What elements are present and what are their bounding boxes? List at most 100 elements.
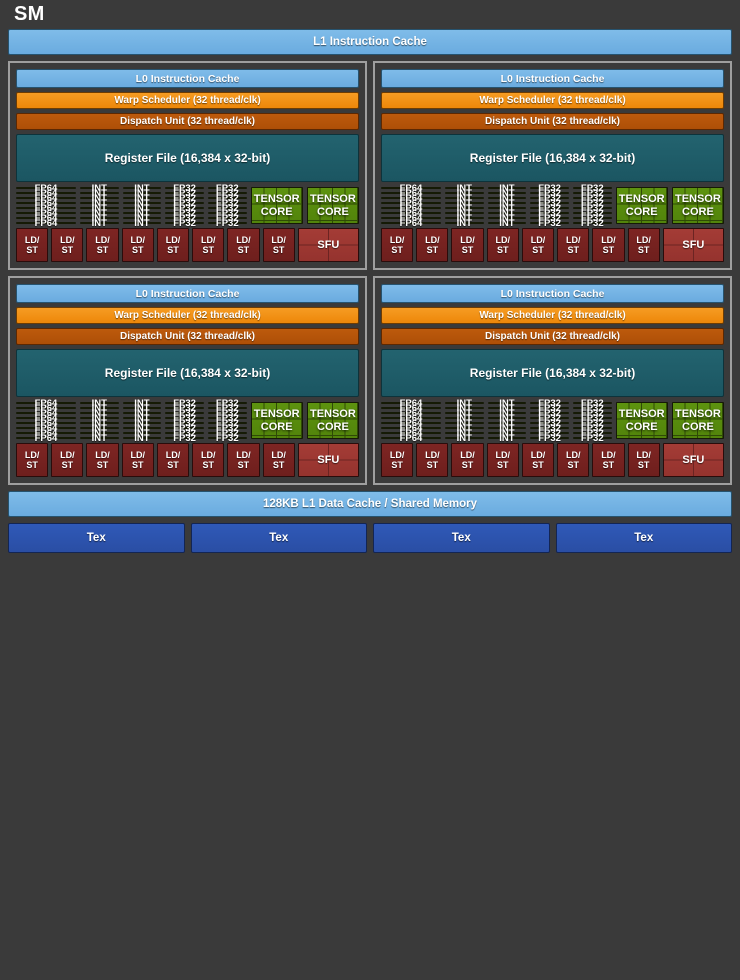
ldst-label-line1: LD/ bbox=[95, 449, 110, 460]
ldst-label-line1: LD/ bbox=[200, 234, 216, 245]
ldst-label-line1: LD/ bbox=[530, 234, 546, 245]
fp32-core: FP32 bbox=[165, 433, 204, 444]
special-function-unit: SFU bbox=[662, 228, 724, 262]
ldst-label-line1: LD/ bbox=[495, 449, 511, 460]
warp-scheduler: Warp Scheduler (32 thread/clk) bbox=[381, 92, 724, 109]
ldst-label-line2: ST bbox=[426, 245, 439, 255]
ldst-label-line1: LD/ bbox=[130, 449, 146, 460]
ldst-label-line1: LD/ bbox=[236, 449, 251, 460]
load-store-unit: LD/ST bbox=[16, 443, 49, 477]
register-file: Register File (16,384 x 32-bit) bbox=[16, 134, 359, 182]
core-column-fp32: FP32 FP32 FP32 FP32 FP32 FP32 FP32 FP32 bbox=[165, 183, 204, 229]
core-column-int: INT INT INT INT INT INT INT INT bbox=[79, 183, 119, 229]
fp32-core: FP32 bbox=[165, 218, 204, 229]
tensor-core-label-line2: CORE bbox=[260, 205, 293, 218]
load-store-unit: LD/ST bbox=[86, 228, 119, 262]
ldst-label-line2: ST bbox=[602, 245, 615, 255]
ldst-label-line2: ST bbox=[237, 245, 250, 255]
special-function-unit: SFU bbox=[297, 228, 359, 262]
load-store-unit: LD/ST bbox=[192, 443, 225, 477]
ldst-label-line2: ST bbox=[26, 245, 38, 255]
load-store-unit: LD/ST bbox=[592, 228, 625, 262]
fp32-core: FP32 bbox=[572, 433, 612, 444]
ldst-label-line2: ST bbox=[497, 460, 509, 470]
tensor-core-label: TENSOR CORE bbox=[675, 408, 721, 434]
fp64-core: FP64 bbox=[381, 218, 441, 229]
ldst-label-line1: LD/ bbox=[601, 449, 616, 460]
register-file: Register File (16,384 x 32-bit) bbox=[381, 349, 724, 397]
tensor-core-label-line1: TENSOR bbox=[309, 407, 356, 420]
load-store-unit: LD/ST bbox=[416, 443, 449, 477]
tensor-core-label: TENSOR CORE bbox=[619, 408, 665, 434]
int-core: INT bbox=[122, 433, 162, 444]
tensor-core-label-line1: TENSOR bbox=[618, 192, 665, 205]
load-store-unit: LD/ST bbox=[262, 228, 295, 262]
load-store-unit: LD/ST bbox=[521, 228, 555, 262]
load-store-unit: LD/ST bbox=[381, 228, 414, 262]
page-title: SM bbox=[14, 3, 45, 25]
special-function-unit: SFU bbox=[662, 443, 724, 477]
load-store-unit: LD/ST bbox=[627, 443, 660, 477]
ldst-label-line1: LD/ bbox=[636, 234, 651, 245]
load-store-row: LD/ST LD/ST LD/ST LD/ST LD/ST LD/ST LD/ST LD/ST… bbox=[16, 443, 359, 477]
ldst-label-line2: ST bbox=[532, 460, 544, 470]
int-core: INT bbox=[487, 433, 527, 444]
core-column-int: INT INT INT INT INT INT INT INT bbox=[487, 398, 527, 444]
load-store-unit: LD/ST bbox=[192, 228, 225, 262]
ldst-label-line2: ST bbox=[637, 460, 650, 470]
tensor-core-label: TENSOR CORE bbox=[254, 408, 300, 434]
fp64-core: FP64 bbox=[16, 218, 76, 229]
tensor-core: TENSOR CORE bbox=[306, 187, 359, 224]
load-store-unit: LD/ST bbox=[486, 228, 519, 262]
ldst-label-line2: ST bbox=[132, 460, 144, 470]
ldst-label-line1: LD/ bbox=[130, 234, 146, 245]
ldst-label-line2: ST bbox=[167, 245, 179, 255]
core-column-fp64: FP64 FP64 FP64 FP64 FP64 FP64 FP64 FP64 bbox=[381, 398, 441, 444]
load-store-unit: LD/ST bbox=[16, 228, 49, 262]
int-core: INT bbox=[444, 218, 484, 229]
ldst-label-line2: ST bbox=[567, 460, 579, 470]
l1-data-cache-block: 128KB L1 Data Cache / Shared Memory bbox=[8, 491, 732, 517]
ldst-label-line1: LD/ bbox=[425, 449, 440, 460]
ldst-label-line2: ST bbox=[167, 460, 179, 470]
load-store-unit: LD/ST bbox=[451, 443, 484, 477]
tensor-core-label-line2: CORE bbox=[260, 420, 293, 433]
ldst-label-line2: ST bbox=[96, 245, 109, 255]
register-file: Register File (16,384 x 32-bit) bbox=[381, 134, 724, 182]
tex-unit-3: Tex bbox=[373, 523, 550, 553]
int-core: INT bbox=[444, 433, 484, 444]
fp32-core: FP32 bbox=[207, 218, 247, 229]
l0-instruction-cache: L0 Instruction Cache bbox=[381, 69, 724, 88]
processing-block-2: L0 Instruction Cache Warp Scheduler (32 t… bbox=[373, 61, 732, 270]
ldst-label-line1: LD/ bbox=[425, 234, 440, 245]
ldst-label-line1: LD/ bbox=[565, 449, 581, 460]
load-store-unit: LD/ST bbox=[521, 443, 555, 477]
ldst-label-line1: LD/ bbox=[200, 449, 216, 460]
sm-diagram: SM L1 Instruction Cache L0 Instruction C… bbox=[0, 0, 740, 980]
core-column-fp64: FP64 FP64 FP64 FP64 FP64 FP64 FP64 FP64 bbox=[16, 398, 76, 444]
ldst-label-line2: ST bbox=[202, 460, 214, 470]
core-grid: FP64 FP64 FP64 FP64 FP64 FP64 FP64 FP64 INT INT IN… bbox=[16, 398, 359, 444]
core-column-int: INT INT INT INT INT INT INT INT bbox=[444, 183, 484, 229]
ldst-label-line2: ST bbox=[237, 460, 250, 470]
l0-instruction-cache: L0 Instruction Cache bbox=[16, 284, 359, 303]
dispatch-unit: Dispatch Unit (32 thread/clk) bbox=[16, 113, 359, 130]
ldst-label-line2: ST bbox=[61, 245, 74, 255]
tensor-core: TENSOR CORE bbox=[615, 187, 668, 224]
load-store-unit: LD/ST bbox=[557, 443, 590, 477]
ldst-label-line2: ST bbox=[461, 460, 474, 470]
dispatch-unit: Dispatch Unit (32 thread/clk) bbox=[16, 328, 359, 345]
warp-scheduler: Warp Scheduler (32 thread/clk) bbox=[16, 92, 359, 109]
load-store-row: LD/ST LD/ST LD/ST LD/ST LD/ST LD/ST LD/ST LD/ST… bbox=[16, 228, 359, 262]
int-core: INT bbox=[79, 433, 119, 444]
ldst-label-line1: LD/ bbox=[24, 234, 40, 245]
load-store-unit: LD/ST bbox=[262, 443, 295, 477]
ldst-label-line2: ST bbox=[532, 245, 544, 255]
ldst-label-line2: ST bbox=[391, 460, 403, 470]
processing-blocks-container: L0 Instruction Cache Warp Scheduler (32 t… bbox=[8, 61, 732, 485]
core-column-int: INT INT INT INT INT INT INT INT bbox=[122, 398, 162, 444]
core-column-fp32: FP32 FP32 FP32 FP32 FP32 FP32 FP32 FP32 bbox=[572, 183, 612, 229]
tex-unit-2: Tex bbox=[190, 523, 367, 553]
ldst-label-line1: LD/ bbox=[389, 449, 405, 460]
core-grid: FP64 FP64 FP64 FP64 FP64 FP64 FP64 FP64 INT INT IN… bbox=[16, 183, 359, 229]
